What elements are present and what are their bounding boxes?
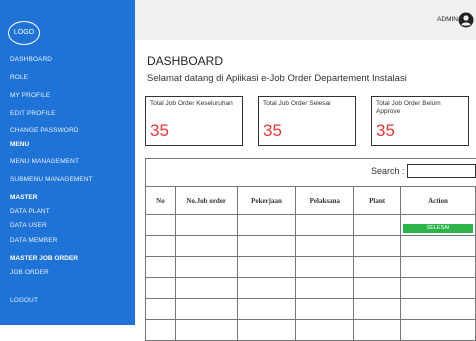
stat-card-label: Total Job Order Keseluruhan [150, 100, 233, 107]
col-header-pekerjaan: Pekerjaan [236, 186, 297, 215]
stat-card-value: 35 [376, 121, 395, 140]
sidebar-item-my-profile[interactable]: MY PROFILE [10, 92, 50, 99]
sidebar-item-submenu-management[interactable]: SUBMENU MANAGEMENT [10, 176, 93, 183]
sidebar-section-master-job-order: MASTER JOB ORDER [10, 255, 78, 262]
sidebar-item-menu-management[interactable]: MENU MANAGEMENT [10, 158, 79, 165]
table-cell [399, 319, 476, 341]
page-title: DASHBOARD [147, 54, 224, 68]
table-cell [399, 277, 476, 299]
table-cell [295, 214, 355, 236]
table-cell [295, 235, 355, 257]
table-cell [174, 235, 238, 257]
table-cell: SELESAI [399, 214, 476, 236]
table-cell [295, 256, 355, 278]
table-cell [174, 277, 238, 299]
col-header-pelaksana: Pelaksana [295, 186, 355, 215]
sidebar-item-job-order[interactable]: JOB ORDER [10, 269, 49, 276]
table-cell [399, 235, 476, 257]
welcome-message: Selamat datang di Aplikasi e-Job Order D… [147, 73, 407, 84]
table-cell [236, 277, 297, 299]
table-cell [353, 235, 401, 257]
table-cell [295, 298, 355, 320]
table-cell [174, 214, 238, 236]
table-cell [236, 214, 297, 236]
table-cell [174, 319, 238, 341]
sidebar-item-data-member[interactable]: DATA MEMBER [10, 237, 57, 244]
sidebar-section-menu: MENU [10, 141, 30, 148]
table-row [145, 256, 476, 278]
table-row [145, 319, 476, 341]
stat-card-label: Total Job Order Selesai [263, 100, 331, 107]
table-cell [353, 298, 401, 320]
stat-card-label: Total Job Order Belum Approve [376, 100, 441, 115]
stat-card-value: 35 [263, 121, 282, 140]
col-header-no: No [145, 186, 176, 215]
table-cell [145, 298, 176, 320]
sidebar-item-role[interactable]: ROLE [10, 74, 28, 81]
table-cell [353, 214, 401, 236]
table-cell [236, 298, 297, 320]
table-cell [353, 277, 401, 299]
col-header-job-order: No.Job order [174, 186, 238, 215]
table-header-row: No No.Job order Pekerjaan Pelaksana Plan… [145, 186, 476, 215]
top-bar: ADMIN [135, 0, 476, 40]
col-header-plant: Plant [353, 186, 401, 215]
table-row [145, 235, 476, 257]
sidebar-item-dashboard[interactable]: DASHBOARD [10, 56, 52, 63]
sidebar-section-master: MASTER [10, 194, 38, 201]
table-cell [145, 319, 176, 341]
stat-card-value: 35 [150, 121, 169, 140]
table-cell [145, 256, 176, 278]
table-cell [399, 298, 476, 320]
table-cell [295, 319, 355, 341]
stat-card-total: Total Job Order Keseluruhan 35 [145, 96, 243, 146]
sidebar-item-data-plant[interactable]: DATA PLANT [10, 208, 50, 215]
table-cell [174, 256, 238, 278]
col-header-action: Action [399, 186, 476, 215]
table-row [145, 298, 476, 320]
sidebar-item-logout[interactable]: LOGOUT [10, 297, 38, 304]
table-cell [295, 277, 355, 299]
stat-card-completed: Total Job Order Selesai 35 [258, 96, 356, 146]
job-order-table: No No.Job order Pekerjaan Pelaksana Plan… [145, 186, 476, 341]
table-cell [353, 319, 401, 341]
user-circle-icon[interactable] [458, 12, 474, 28]
table-cell [353, 256, 401, 278]
table-row: SELESAI [145, 214, 476, 236]
sidebar-item-edit-profile[interactable]: EDIT PROFILE [10, 110, 56, 117]
selesai-button[interactable]: SELESAI [402, 224, 473, 233]
table-body: SELESAI [145, 214, 476, 341]
stat-card-pending-approval: Total Job Order Belum Approve 35 [371, 96, 469, 146]
sidebar-item-data-user[interactable]: DATA USER [10, 222, 47, 229]
table-cell [236, 256, 297, 278]
table-cell [236, 319, 297, 341]
table-row [145, 277, 476, 299]
table-cell [236, 235, 297, 257]
sidebar-item-change-password[interactable]: CHANGE PASSWORD [10, 127, 79, 134]
user-name[interactable]: ADMIN [437, 16, 458, 23]
search-input[interactable] [407, 164, 476, 178]
table-cell [145, 277, 176, 299]
search-label: Search : [371, 166, 405, 176]
table-cell [174, 298, 238, 320]
logo: LOGO [8, 21, 40, 45]
table-cell [399, 256, 476, 278]
sidebar: LOGO DASHBOARD ROLE MY PROFILE EDIT PROF… [0, 0, 135, 325]
table-cell [145, 214, 176, 236]
table-cell [145, 235, 176, 257]
